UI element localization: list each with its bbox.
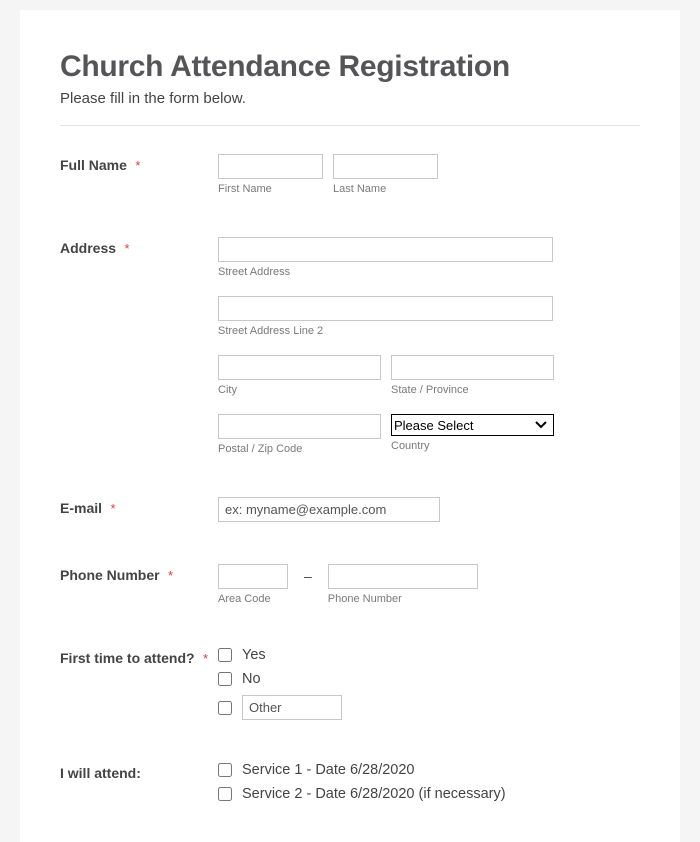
city-sublabel: City <box>218 384 381 396</box>
firsttime-yes-label: Yes <box>242 647 266 663</box>
attend-service2-checkbox[interactable] <box>218 787 232 801</box>
state-sublabel: State / Province <box>391 384 554 396</box>
firsttime-no-checkbox[interactable] <box>218 672 232 686</box>
page-title: Church Attendance Registration <box>60 50 640 84</box>
required-mark: * <box>135 158 140 173</box>
last-name-input[interactable] <box>333 154 438 179</box>
area-code-sublabel: Area Code <box>218 593 288 605</box>
phone-dash: – <box>298 564 318 588</box>
firsttime-other-input[interactable] <box>242 695 342 720</box>
city-input[interactable] <box>218 355 381 380</box>
label-email: E-mail <box>60 500 102 516</box>
last-name-sublabel: Last Name <box>333 183 438 195</box>
firsttime-yes-checkbox[interactable] <box>218 648 232 662</box>
country-select[interactable]: Please Select <box>391 414 554 436</box>
form-card: Church Attendance Registration Please fi… <box>20 10 680 842</box>
attend-service2-label: Service 2 - Date 6/28/2020 (if necessary… <box>242 786 506 802</box>
attend-service1-label: Service 1 - Date 6/28/2020 <box>242 762 415 778</box>
field-attend: I will attend: Service 1 - Date 6/28/202… <box>60 762 640 802</box>
page-subtitle: Please fill in the form below. <box>60 90 640 107</box>
field-email: E-mail * <box>60 497 640 522</box>
street2-input[interactable] <box>218 296 553 321</box>
first-name-input[interactable] <box>218 154 323 179</box>
label-fullname: Full Name <box>60 157 127 173</box>
area-code-input[interactable] <box>218 564 288 589</box>
label-firsttime: First time to attend? <box>60 650 195 666</box>
state-input[interactable] <box>391 355 554 380</box>
label-phone: Phone Number <box>60 567 160 583</box>
postal-sublabel: Postal / Zip Code <box>218 443 381 455</box>
street-input[interactable] <box>218 237 553 262</box>
required-mark: * <box>124 241 129 256</box>
field-firsttime: First time to attend? * Yes No <box>60 647 640 720</box>
firsttime-no-label: No <box>242 671 261 687</box>
street-sublabel: Street Address <box>218 266 640 278</box>
firsttime-other-checkbox[interactable] <box>218 701 232 715</box>
required-mark: * <box>203 651 208 666</box>
field-phone: Phone Number * Area Code – Phone Number <box>60 564 640 605</box>
label-attend: I will attend: <box>60 765 141 781</box>
postal-input[interactable] <box>218 414 381 439</box>
street2-sublabel: Street Address Line 2 <box>218 325 640 337</box>
field-fullname: Full Name * First Name Last Name <box>60 154 640 195</box>
required-mark: * <box>168 568 173 583</box>
country-sublabel: Country <box>391 440 554 452</box>
label-address: Address <box>60 240 116 256</box>
phone-number-input[interactable] <box>328 564 478 589</box>
first-name-sublabel: First Name <box>218 183 323 195</box>
required-mark: * <box>110 501 115 516</box>
email-input[interactable] <box>218 497 440 522</box>
attend-service1-checkbox[interactable] <box>218 763 232 777</box>
phone-number-sublabel: Phone Number <box>328 593 478 605</box>
divider <box>60 125 640 126</box>
field-address: Address * Street Address Street Address … <box>60 237 640 455</box>
